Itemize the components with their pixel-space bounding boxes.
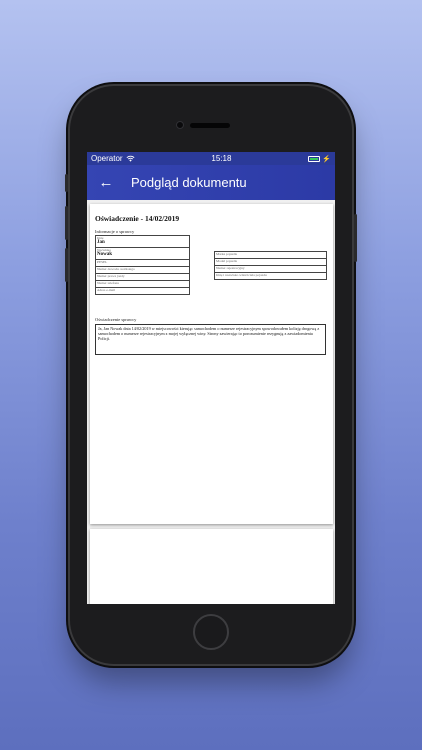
volume-down-button: [65, 248, 68, 282]
offender-info-table: Imię Jan Nazwisko Nowak PESEL Numer dowodu…: [95, 235, 190, 295]
battery-icon: [308, 155, 321, 162]
id-number-field: Numer dowodu osobistego: [95, 266, 190, 274]
statement-box: Ja, Jan Nowak dnia 14/02/2019 w miejscow…: [95, 324, 326, 355]
screen: Operator 15:18 ⚡ ← Podgląd dokumentu Ośw…: [87, 152, 335, 604]
document-page-2: [90, 529, 333, 604]
app-bar: ← Podgląd dokumentu: [87, 165, 335, 200]
carrier-label: Operator: [91, 154, 123, 163]
email-field: Adres e-mail: [95, 287, 190, 295]
vehicle-make-field: Marka pojazdu: [214, 251, 327, 259]
charging-icon: ⚡: [322, 155, 331, 163]
vehicle-info-table: Marka pojazdu Model pojazdu Numer rejest…: [214, 251, 327, 280]
document-heading: Oświadczenie - 14/02/2019: [95, 214, 180, 223]
vehicle-model-field: Model pojazdu: [214, 258, 327, 266]
phone-field: Numer telefonu: [95, 280, 190, 288]
pesel-field: PESEL: [95, 259, 190, 267]
status-bar: Operator 15:18 ⚡: [87, 152, 335, 165]
home-button[interactable]: [193, 614, 229, 650]
first-name-value: Jan: [97, 240, 105, 245]
earpiece-speaker: [190, 123, 230, 128]
volume-up-button: [65, 206, 68, 240]
front-camera: [176, 121, 184, 129]
document-viewer[interactable]: Oświadczenie - 14/02/2019 Informacje o s…: [87, 200, 335, 604]
statement-section-label: Oświadczenie sprawcy: [95, 317, 137, 322]
power-button: [354, 214, 357, 262]
last-name-value: Nowak: [97, 252, 113, 257]
back-arrow-icon[interactable]: ←: [91, 174, 121, 191]
license-number-field: Numer prawa jazdy: [95, 273, 190, 281]
info-section-label: Informacje o sprawcy: [95, 229, 135, 234]
mute-switch: [65, 174, 68, 192]
wifi-icon: [126, 155, 135, 162]
registration-field: Numer rejestracyjny: [214, 265, 327, 273]
phone-frame: Operator 15:18 ⚡ ← Podgląd dokumentu Ośw…: [65, 86, 357, 664]
clock: 15:18: [211, 154, 232, 163]
document-page-1: Oświadczenie - 14/02/2019 Informacje o s…: [90, 204, 333, 524]
owner-name-field: Imię i nazwisko właściciela pojazdu: [214, 272, 327, 280]
page-title: Podgląd dokumentu: [131, 175, 247, 190]
